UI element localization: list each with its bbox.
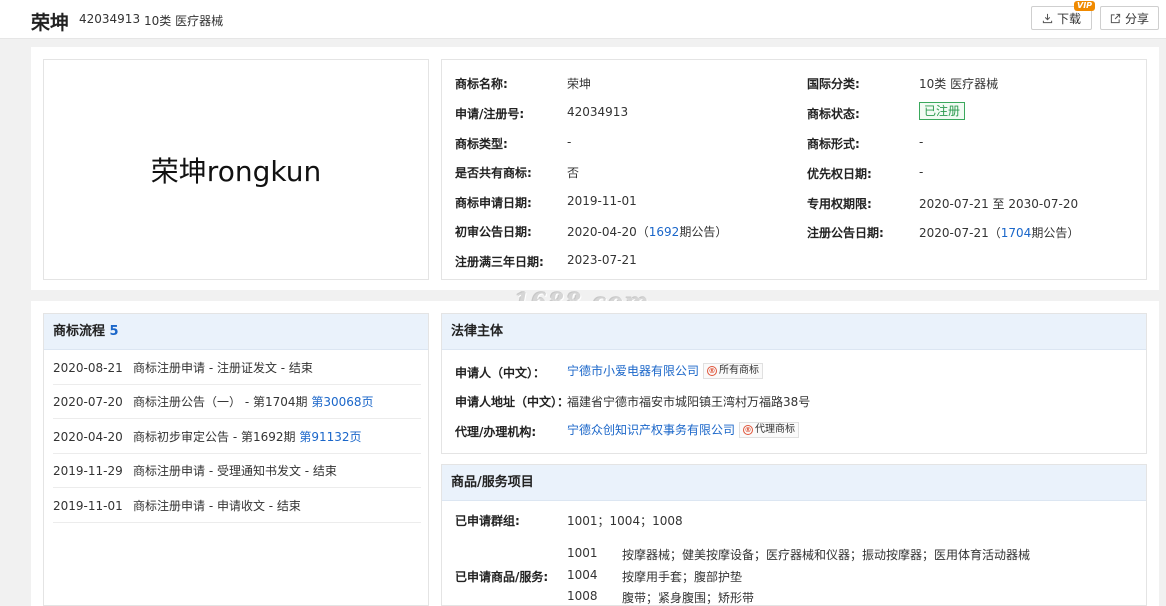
header-reg-no: 42034913 bbox=[79, 12, 141, 26]
name-value: 荣坤 bbox=[567, 77, 592, 91]
address-value: 福建省宁德市福安市城阳镇王湾村万福路38号 bbox=[567, 395, 811, 409]
goods-desc: 按摩器械；健美按摩设备；医疗器械和仪器；振动按摩器；医用体育活动器械 bbox=[622, 548, 1031, 562]
apply-date-label: 商标申请日期: bbox=[455, 196, 532, 210]
groups-label: 已申请群组: bbox=[455, 514, 520, 528]
goods-services-box: 商品/服务项目 已申请群组: 1001；1004；1008 已申请商品/服务: … bbox=[441, 464, 1147, 606]
reg-pub-date: 2020-07-21 bbox=[919, 226, 989, 240]
address-label: 申请人地址（中文）： bbox=[455, 395, 570, 409]
form-value: - bbox=[919, 135, 924, 149]
flow-count: 5 bbox=[109, 324, 119, 339]
flow-item: 2019-11-29 商标注册申请 - 受理通知书发文 - 结束 bbox=[53, 454, 421, 488]
status-label: 商标状态: bbox=[807, 107, 860, 121]
priority-label: 优先权日期: bbox=[807, 167, 872, 181]
three-year-value: 2023-07-21 bbox=[567, 253, 637, 267]
agent-label: 代理/办理机构: bbox=[455, 425, 537, 439]
trademark-flow-box: 商标流程 5 2020-08-21 商标注册申请 - 注册证发文 - 结束 20… bbox=[43, 313, 429, 606]
applicant-link[interactable]: 宁德市小爱电器有限公司 bbox=[567, 362, 699, 379]
flow-title: 商标流程 bbox=[53, 324, 106, 339]
agent-row: 宁德众创知识产权事务有限公司 ® 代理商标 bbox=[567, 421, 800, 438]
reg-pub-suffix: 期公告） bbox=[1031, 226, 1080, 240]
shared-value: 否 bbox=[567, 166, 580, 180]
flow-desc-wrap: 商标初步审定公告 - 第1692期 第91132页 bbox=[133, 420, 362, 454]
flow-item: 2020-08-21 商标注册申请 - 注册证发文 - 结束 bbox=[53, 351, 421, 385]
reg-pub-label: 注册公告日期: bbox=[807, 226, 884, 240]
prelim-issue-link[interactable]: 1692 bbox=[649, 225, 680, 239]
vip-badge: VIP bbox=[1074, 1, 1096, 11]
flow-desc: 商标注册申请 - 受理通知书发文 - 结束 bbox=[133, 464, 337, 478]
flow-header: 商标流程 5 bbox=[44, 314, 428, 350]
exclusive-label: 专用权期限: bbox=[807, 197, 872, 211]
goods-header: 商品/服务项目 bbox=[442, 465, 1146, 501]
agent-trademarks-label: 代理商标 bbox=[755, 423, 796, 435]
priority-value: - bbox=[919, 165, 924, 179]
flow-page-link[interactable]: 第30068页 bbox=[311, 395, 373, 409]
prelim-open: （ bbox=[636, 225, 649, 239]
goods-code: 1004 bbox=[567, 568, 598, 582]
goods-code: 1008 bbox=[567, 589, 598, 603]
share-button[interactable]: 分享 bbox=[1100, 6, 1159, 30]
agent-link[interactable]: 宁德众创知识产权事务有限公司 bbox=[567, 421, 735, 438]
flow-date: 2020-04-20 bbox=[53, 430, 123, 444]
applicant-row: 宁德市小爱电器有限公司 ® 所有商标 bbox=[567, 362, 764, 379]
reg-no-value: 42034913 bbox=[567, 105, 629, 119]
three-year-label: 注册满三年日期: bbox=[455, 255, 544, 269]
trademark-logo-box: 荣坤rongkun bbox=[43, 59, 429, 280]
flow-date: 2019-11-01 bbox=[53, 499, 123, 513]
all-trademarks-label: 所有商标 bbox=[719, 364, 760, 376]
download-icon bbox=[1042, 13, 1053, 23]
registered-icon: ® bbox=[707, 365, 718, 376]
goods-desc: 按摩用手套；腹部护垫 bbox=[622, 570, 743, 584]
legal-header: 法律主体 bbox=[442, 314, 1146, 350]
page-title: 荣坤 bbox=[31, 12, 70, 34]
apply-date-value: 2019-11-01 bbox=[567, 194, 637, 208]
intl-class-value: 10类 医疗器械 bbox=[919, 77, 999, 91]
goods-items-label: 已申请商品/服务: bbox=[455, 570, 549, 584]
prelim-label: 初审公告日期: bbox=[455, 225, 532, 239]
form-label: 商标形式: bbox=[807, 137, 860, 151]
flow-desc: 商标注册申请 - 申请收文 - 结束 bbox=[133, 499, 301, 513]
registered-icon: ® bbox=[743, 424, 754, 435]
flow-item: 2020-04-20 商标初步审定公告 - 第1692期 第91132页 bbox=[53, 420, 421, 454]
flow-date: 2020-08-21 bbox=[53, 361, 123, 375]
reg-no-label: 申请/注册号: bbox=[455, 107, 525, 121]
prelim-value: 2020-04-20（1692期公告） bbox=[567, 223, 727, 240]
prelim-suffix: 期公告） bbox=[679, 225, 728, 239]
download-label: 下载 bbox=[1056, 11, 1081, 26]
reg-pub-open: （ bbox=[988, 226, 1001, 240]
flow-date: 2020-07-20 bbox=[53, 395, 123, 409]
flow-desc: 商标初步审定公告 - 第1692期 bbox=[133, 430, 300, 444]
applicant-label: 申请人（中文）： bbox=[455, 366, 546, 380]
flow-desc: 商标注册公告（一） - 第1704期 bbox=[133, 395, 312, 409]
prelim-date: 2020-04-20 bbox=[567, 225, 637, 239]
name-label: 商标名称: bbox=[455, 77, 508, 91]
header-class: 10类 医疗器械 bbox=[144, 14, 224, 28]
share-label: 分享 bbox=[1124, 11, 1149, 26]
legal-entity-box: 法律主体 申请人（中文）： 宁德市小爱电器有限公司 ® 所有商标 申请人地址（中文… bbox=[441, 313, 1147, 454]
goods-desc: 腹带；紧身腹围；矫形带 bbox=[622, 591, 755, 605]
type-label: 商标类型: bbox=[455, 137, 508, 151]
type-value: - bbox=[567, 135, 572, 149]
reg-pub-value: 2020-07-21（1704期公告） bbox=[919, 224, 1079, 241]
groups-value: 1001；1004；1008 bbox=[567, 514, 683, 528]
reg-pub-issue-link[interactable]: 1704 bbox=[1001, 226, 1032, 240]
exclusive-value: 2020-07-21 至 2030-07-20 bbox=[919, 197, 1079, 211]
flow-desc: 商标注册申请 - 注册证发文 - 结束 bbox=[133, 361, 313, 375]
all-trademarks-tag[interactable]: ® 所有商标 bbox=[703, 362, 764, 379]
status-badge: 已注册 bbox=[919, 102, 966, 120]
top-bar: 荣坤 42034913 10类 医疗器械 下载 VIP 分享 bbox=[0, 0, 1166, 39]
trademark-logo-text: 荣坤rongkun bbox=[150, 154, 322, 188]
share-icon bbox=[1110, 13, 1121, 23]
shared-label: 是否共有商标: bbox=[455, 166, 532, 180]
flow-desc-wrap: 商标注册公告（一） - 第1704期 第30068页 bbox=[133, 385, 374, 419]
goods-code: 1001 bbox=[567, 546, 598, 560]
flow-item: 2020-07-20 商标注册公告（一） - 第1704期 第30068页 bbox=[53, 385, 421, 419]
flow-item: 2019-11-01 商标注册申请 - 申请收文 - 结束 bbox=[53, 489, 421, 523]
flow-page-link[interactable]: 第91132页 bbox=[299, 430, 361, 444]
agent-trademarks-tag[interactable]: ® 代理商标 bbox=[739, 421, 800, 438]
trademark-info-box: 商标名称: 荣坤 国际分类: 10类 医疗器械 申请/注册号: 42034913… bbox=[441, 59, 1147, 280]
intl-class-label: 国际分类: bbox=[807, 77, 860, 91]
flow-date: 2019-11-29 bbox=[53, 464, 123, 478]
